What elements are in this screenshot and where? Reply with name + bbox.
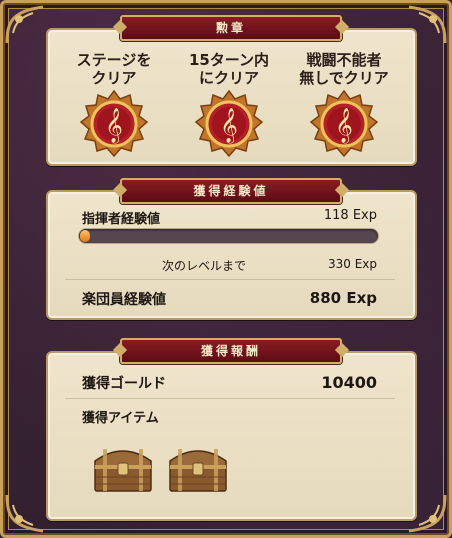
exp-title: 獲得経験値: [120, 178, 342, 204]
medals-title: 勲章: [120, 15, 342, 41]
gold-label: 獲得ゴールド: [82, 376, 166, 392]
medal-label: 15ターン内 にクリア: [188, 51, 270, 87]
svg-text:𝄞: 𝄞: [220, 108, 238, 144]
treble-clef-medal-icon: 𝄞: [79, 89, 149, 161]
commander-exp-label: 指揮者経験値: [82, 212, 161, 227]
medal-turn-limit[interactable]: 15ターン内 にクリア 𝄞: [169, 51, 289, 161]
ornament-corner-icon: [3, 3, 49, 49]
next-level-row: 次のレベルまで 330 Exp: [82, 257, 377, 273]
treble-clef-medal-icon: 𝄞: [194, 89, 264, 161]
medal-label: ステージを クリア: [76, 51, 152, 87]
svg-text:𝄞: 𝄞: [335, 108, 353, 144]
items-label: 獲得アイテム: [82, 411, 159, 426]
treble-clef-medal-icon: 𝄞: [309, 89, 379, 161]
treasure-chest-icon[interactable]: [91, 441, 155, 493]
medal-no-knockout[interactable]: 戦闘不能者 無しでクリア 𝄞: [284, 51, 404, 161]
band-exp-value: 880 Exp: [309, 289, 377, 307]
commander-exp-value: 118 Exp: [323, 208, 377, 223]
commander-exp-row: 指揮者経験値 118 Exp: [82, 208, 377, 227]
medal-stage-clear[interactable]: ステージを クリア 𝄞: [54, 51, 174, 161]
gold-row: 獲得ゴールド 10400: [82, 373, 377, 392]
treasure-chest-icon[interactable]: [166, 441, 230, 493]
divider: [65, 279, 395, 280]
next-level-label: 次のレベルまで: [162, 259, 247, 273]
band-exp-row: 楽団員経験値 880 Exp: [82, 289, 377, 308]
next-level-value: 330 Exp: [327, 257, 377, 271]
result-window: 勲章 ステージを クリア 𝄞 15ターン内 にクリア 𝄞 戦闘不能者 無しでクリ…: [0, 0, 452, 538]
band-exp-label: 楽団員経験値: [82, 292, 166, 308]
ornament-corner-icon: [3, 489, 49, 535]
exp-progress-bar: [79, 229, 378, 243]
exp-progress-fill: [80, 230, 90, 242]
divider: [65, 398, 395, 399]
gold-value: 10400: [321, 373, 377, 392]
medal-label: 戦闘不能者 無しでクリア: [299, 51, 389, 87]
items-row: 獲得アイテム: [82, 407, 377, 426]
reward-title: 獲得報酬: [120, 338, 342, 364]
svg-text:𝄞: 𝄞: [105, 108, 123, 144]
